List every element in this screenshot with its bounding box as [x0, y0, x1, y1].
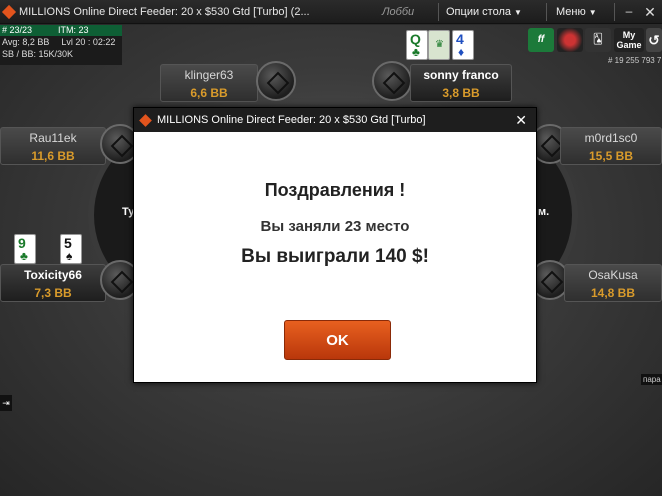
player-name: klinger63 [184, 68, 234, 82]
cards-deck-icon[interactable]: 🂡 [585, 28, 611, 52]
hole-card-face: ♛ [428, 30, 450, 60]
blinds-row: SB / BB: 15K/30K [0, 48, 122, 60]
expand-arrow-icon[interactable]: ⇥ [0, 395, 12, 411]
spade-suit-icon: ♠ [66, 249, 73, 263]
player-avatar [256, 61, 296, 101]
ok-button[interactable]: OK [284, 320, 391, 360]
player-name: Toxicity66 [24, 268, 82, 282]
diamond-suit-icon: ♦ [458, 45, 465, 59]
hole-card: Q ♣ [406, 30, 428, 60]
my-game-button[interactable]: My Game [614, 28, 644, 52]
club-suit-icon: ♣ [20, 249, 28, 263]
avg-level-row: Avg: 8,2 BB Lvl 20 : 02:22 [0, 36, 122, 48]
tournament-info-panel: # 23/23 ITM: 23 Avg: 8,2 BB Lvl 20 : 02:… [0, 25, 122, 65]
window-close-button[interactable]: ✕ [640, 2, 660, 22]
settings-tab[interactable]: пара [641, 374, 662, 385]
player-name: m0rd1sc0 [584, 131, 638, 145]
table-options-label: Опции стола [446, 6, 511, 18]
main-menu[interactable]: Меню ▼ [556, 6, 597, 18]
window-titlebar: MILLIONS Online Direct Feeder: 20 x $530… [0, 0, 662, 24]
player-name: OsaKusa [588, 268, 638, 282]
chevron-down-icon: ▼ [514, 8, 522, 17]
table-id: # 19 255 793 714 [608, 56, 662, 65]
roulette-wheel-icon[interactable] [557, 28, 583, 52]
winnings-text: Вы выиграли 140 $! [241, 246, 429, 267]
dialog-titlebar: MILLIONS Online Direct Feeder: 20 x $530… [134, 108, 536, 132]
congratulations-heading: Поздравления ! [264, 180, 406, 200]
hole-card: 5 ♠ [60, 234, 82, 264]
player-avatar [372, 61, 412, 101]
table-side-text-right: м. [538, 206, 550, 218]
minimize-button[interactable]: – [620, 2, 638, 20]
dialog-close-button[interactable]: ✕ [515, 112, 527, 129]
avg-stack: Avg: 8,2 BB [2, 37, 50, 47]
tournament-position: # 23/23 [2, 25, 33, 35]
player-name: Rau11ek [29, 131, 77, 145]
divider [614, 3, 615, 21]
blind-level: Lvl 20 : 02:22 [61, 37, 116, 47]
window-title: MILLIONS Online Direct Feeder: 20 x $530… [19, 5, 310, 18]
hole-card: 4 ♦ [452, 30, 474, 60]
seat-klinger63[interactable]: klinger63 6,6 BB [160, 64, 258, 102]
seat-osakusa[interactable]: OsaKusa 14,8 BB [564, 264, 662, 302]
table-options-menu[interactable]: Опции стола ▼ [446, 6, 522, 18]
itm-bar: # 23/23 ITM: 23 [0, 25, 122, 36]
replay-icon[interactable]: ↺ [646, 28, 662, 52]
hole-card: 9 ♣ [14, 234, 36, 264]
chevron-down-icon: ▼ [588, 8, 597, 17]
congratulations-dialog: MILLIONS Online Direct Feeder: 20 x $530… [133, 107, 537, 383]
seat-toxicity66[interactable]: Toxicity66 7,3 BB [0, 264, 106, 302]
player-stack: 15,5 BB [588, 149, 634, 163]
seat-rau11ek[interactable]: Rau11ek 11,6 BB [0, 127, 106, 165]
club-suit-icon: ♣ [412, 45, 420, 59]
finish-place-text: Вы заняли 23 место [260, 218, 410, 235]
dialog-title: MILLIONS Online Direct Feeder: 20 x $530… [157, 114, 426, 126]
blinds-value: SB / BB: 15K/30K [2, 49, 74, 59]
seat-m0rd1sc0[interactable]: m0rd1sc0 15,5 BB [560, 127, 662, 165]
menu-label: Меню [556, 6, 586, 18]
player-stack: 14,8 BB [590, 286, 636, 300]
itm-count: ITM: 23 [58, 25, 89, 35]
queen-figure-icon: ♛ [435, 39, 444, 50]
lobby-button[interactable]: Лобби [382, 6, 414, 18]
player-stack: 3,8 BB [442, 86, 480, 100]
divider [438, 3, 439, 21]
player-name: sonny franco [423, 68, 499, 82]
player-stack: 7,3 BB [34, 286, 72, 300]
player-stack: 6,6 BB [190, 86, 228, 100]
pokerstars-logo-icon [1, 4, 17, 19]
seat-sonny-franco[interactable]: sonny franco 3,8 BB [410, 64, 512, 102]
pokerstars-logo-icon [139, 113, 152, 127]
divider [546, 3, 547, 21]
fast-fold-icon[interactable]: ff [528, 28, 554, 52]
player-stack: 11,6 BB [31, 149, 75, 163]
